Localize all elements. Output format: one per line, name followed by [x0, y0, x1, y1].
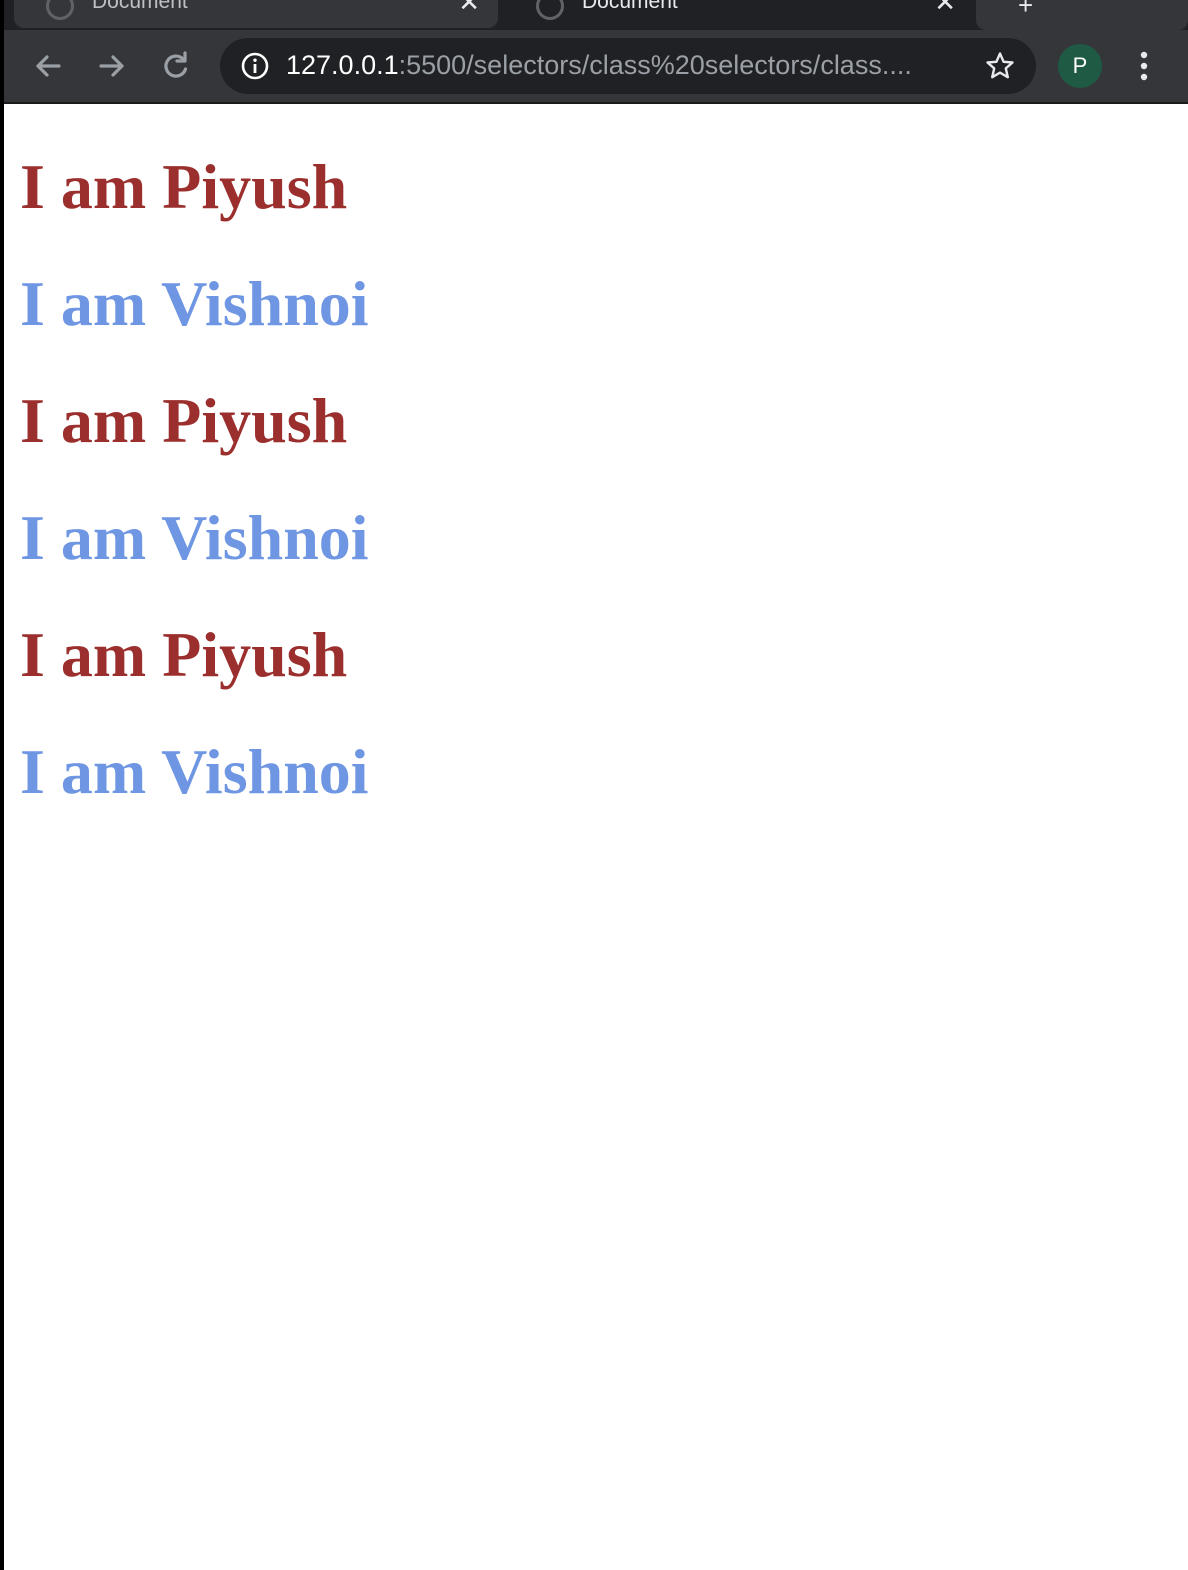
forward-arrow-icon [99, 55, 124, 77]
close-icon[interactable]: ✕ [934, 0, 956, 16]
page-content: I am Piyush I am Vishnoi I am Piyush I a… [20, 104, 1180, 809]
back-arrow-icon [36, 55, 61, 77]
heading-piyush: I am Piyush [20, 151, 348, 222]
heading-vishnoi: I am Vishnoi [20, 736, 369, 807]
url-text[interactable]: 127.0.0.1:5500/selectors/class%20selecto… [286, 50, 912, 81]
tab-document-1[interactable]: Document ✕ [14, 0, 498, 28]
back-button[interactable] [28, 46, 68, 86]
new-tab-button[interactable]: + [976, 0, 1188, 30]
plus-icon: + [1018, 0, 1034, 20]
browser-toolbar: 127.0.0.1:5500/selectors/class%20selecto… [4, 30, 1188, 102]
heading-piyush: I am Piyush [20, 385, 348, 456]
forward-button[interactable] [92, 46, 132, 86]
kebab-menu-icon[interactable] [1132, 46, 1156, 86]
tab-title: Document [92, 0, 188, 13]
tab-strip: Document ✕ Document ✕ + [4, 0, 1188, 30]
heading-vishnoi: I am Vishnoi [20, 502, 369, 573]
star-icon[interactable] [984, 50, 1016, 82]
url-host: 127.0.0.1 [286, 50, 399, 80]
tab-document-2[interactable]: Document ✕ [504, 0, 974, 28]
profile-avatar[interactable]: P [1058, 44, 1102, 88]
close-icon[interactable]: ✕ [458, 0, 480, 16]
info-icon[interactable] [240, 51, 270, 81]
tab-title: Document [582, 0, 678, 13]
reload-icon [164, 51, 188, 78]
heading-piyush: I am Piyush [20, 619, 348, 690]
url-path: :5500/selectors/class%20selectors/class.… [398, 50, 912, 80]
reload-button[interactable] [156, 46, 196, 86]
globe-favicon-icon [536, 0, 564, 20]
heading-vishnoi: I am Vishnoi [20, 268, 369, 339]
address-bar[interactable]: 127.0.0.1:5500/selectors/class%20selecto… [220, 38, 1036, 94]
browser-window: Document ✕ Document ✕ + 127.0.0.1:5500/s… [0, 0, 1188, 1570]
globe-favicon-icon [46, 0, 74, 20]
